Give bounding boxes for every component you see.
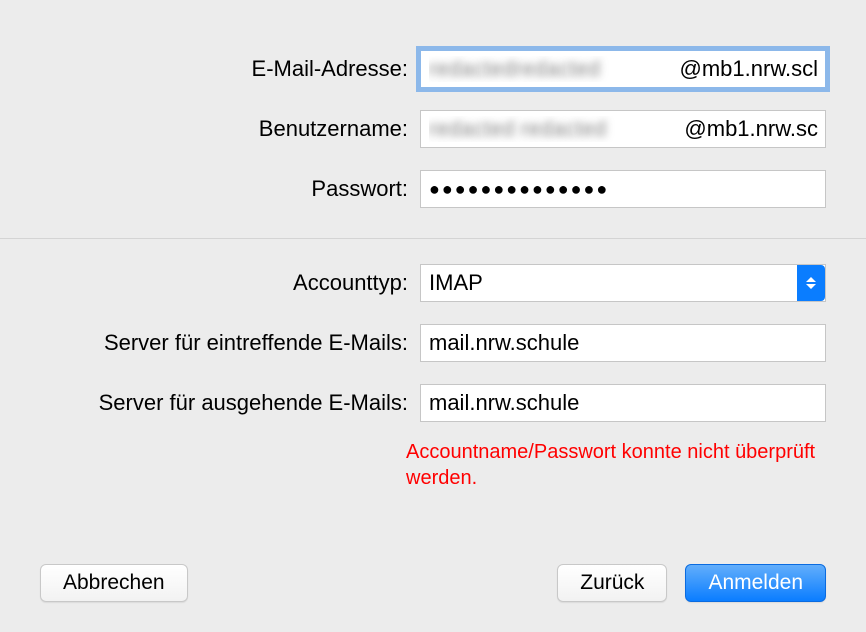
mail-account-dialog: E-Mail-Adresse: @mb1.nrw.scl Benutzernam… [0,0,866,632]
error-message: Accountname/Passwort konnte nicht überpr… [406,439,826,491]
outgoing-server-input[interactable] [420,384,826,422]
username-label: Benutzername: [40,116,420,142]
account-type-label: Accounttyp: [40,270,420,296]
cancel-button[interactable]: Abbrechen [40,564,188,602]
server-section: Accounttyp: IMAP Server für eintreffende… [0,238,866,544]
email-row: E-Mail-Adresse: @mb1.nrw.scl [40,50,826,88]
incoming-server-row: Server für eintreffende E-Mails: [40,324,826,362]
back-button[interactable]: Zurück [557,564,667,602]
password-input[interactable] [420,170,826,208]
password-row: Passwort: [40,170,826,208]
username-row: Benutzername: @mb1.nrw.sc [40,110,826,148]
incoming-server-input[interactable] [420,324,826,362]
credentials-section: E-Mail-Adresse: @mb1.nrw.scl Benutzernam… [0,0,866,238]
button-row: Abbrechen Zurück Anmelden [0,544,866,632]
error-row: Accountname/Passwort konnte nicht überpr… [40,439,826,491]
account-type-value: IMAP [429,270,483,296]
account-type-select[interactable]: IMAP [420,264,826,302]
outgoing-server-label: Server für ausgehende E-Mails: [40,390,420,416]
username-input[interactable] [420,110,826,148]
account-type-row: Accounttyp: IMAP [40,264,826,302]
signin-button[interactable]: Anmelden [685,564,826,602]
email-input[interactable] [420,50,826,88]
outgoing-server-row: Server für ausgehende E-Mails: [40,384,826,422]
email-label: E-Mail-Adresse: [40,56,420,82]
password-label: Passwort: [40,176,420,202]
select-arrows-icon [797,265,825,301]
incoming-server-label: Server für eintreffende E-Mails: [40,330,420,356]
